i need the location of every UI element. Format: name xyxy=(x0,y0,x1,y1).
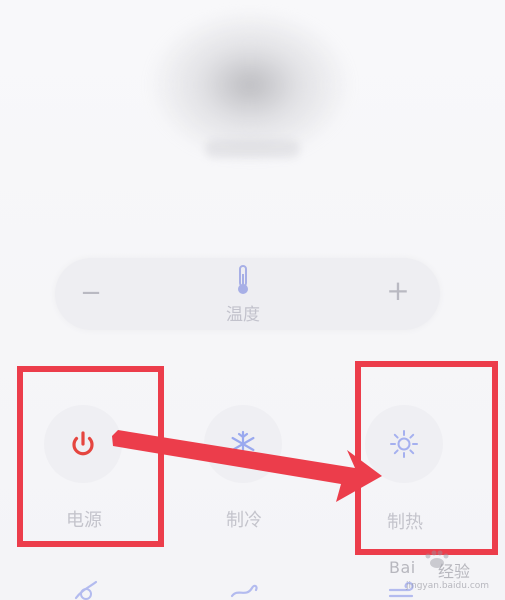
watermark-url: jingyan.baidu.com xyxy=(406,581,490,591)
annotation-arrow xyxy=(112,430,382,502)
watermark-suffix: 经验 xyxy=(438,562,471,581)
wind-icon xyxy=(230,584,258,598)
remote-control-screen: − 温度 + 电源 制冷 制热 Bai 经验 jingyan.baidu.com xyxy=(0,0,505,600)
watermark-brand: Bai xyxy=(389,558,416,577)
fan-icon xyxy=(74,580,98,600)
